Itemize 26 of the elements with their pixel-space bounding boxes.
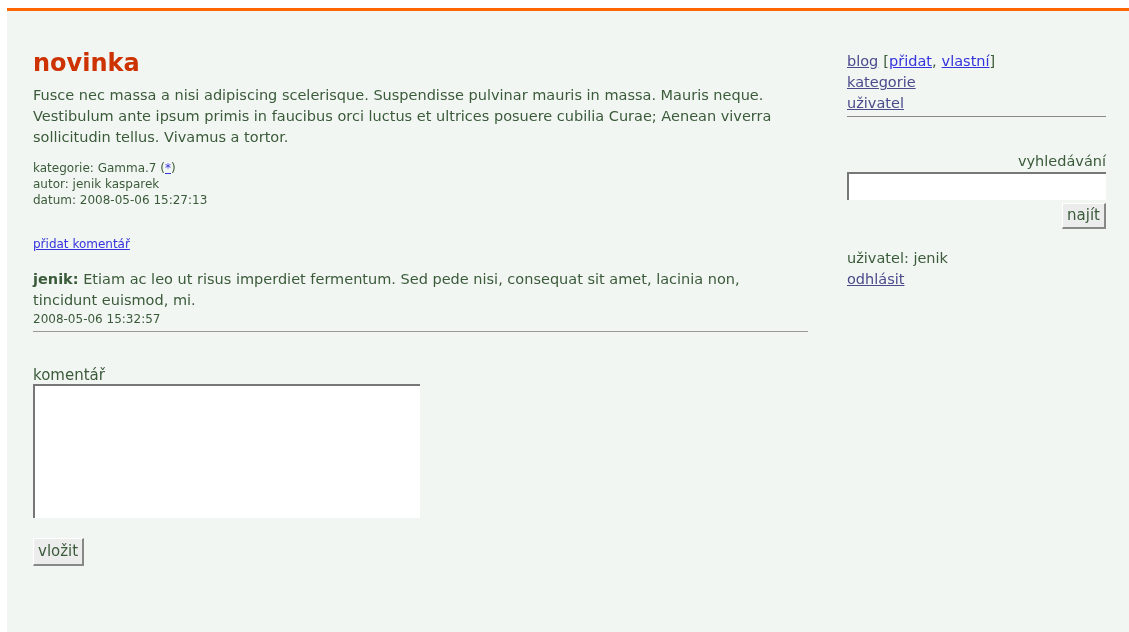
nav-link[interactable]: přidat [889,51,932,72]
nav-link[interactable]: vlastní [941,51,990,72]
post-body: Fusce nec massa a nisi adipiscing scelerisque. Suspendisse pulvinar mauris in massa. Mauris neque. Vestibulum ante ipsum primis in faucibus orci luctus et ultrices posuere cubilia Curae; Aenean viverra sollicitudin tellus. Vivamus a tortor. [33,86,773,147]
logout-link[interactable]: odhlásit [847,271,905,287]
category-link[interactable]: * [165,160,171,176]
search-label: vyhledávání [1017,152,1106,171]
post-date: datum: 2008-05-06 15:27:13 [33,192,209,208]
closing-paren: ) [171,160,176,176]
comment-field[interactable] [33,384,420,518]
bracket-text: [ [883,52,889,71]
comma-text: , [931,52,937,71]
nav-link[interactable]: kategorie [847,72,916,93]
add-comment-link[interactable]: přidat komentář [33,237,130,251]
user-text: uživatel: jenik [847,249,948,268]
comment-label: komentář [33,366,105,384]
search-button[interactable]: najít [1062,203,1106,229]
nav-link[interactable]: uživatel [847,93,904,114]
nav-link[interactable]: blog [847,51,879,72]
bracket-text: ] [989,52,996,71]
author-text: autor: jenik kasparek [33,176,161,192]
post-title: novinka [33,48,141,79]
search-field[interactable] [847,172,1106,200]
comment-date: 2008-05-06 15:32:57 [33,311,162,327]
category-label: kategorie: Gamma.7 ( [33,160,165,176]
comment-text: jenik: Etiam ac leo ut risus imperdiet fermentum. Sed pede nisi, consequat sit amet, lacinia non, tincidunt euismod, mi. [33,270,741,310]
submit-button[interactable]: vložit [33,538,85,566]
